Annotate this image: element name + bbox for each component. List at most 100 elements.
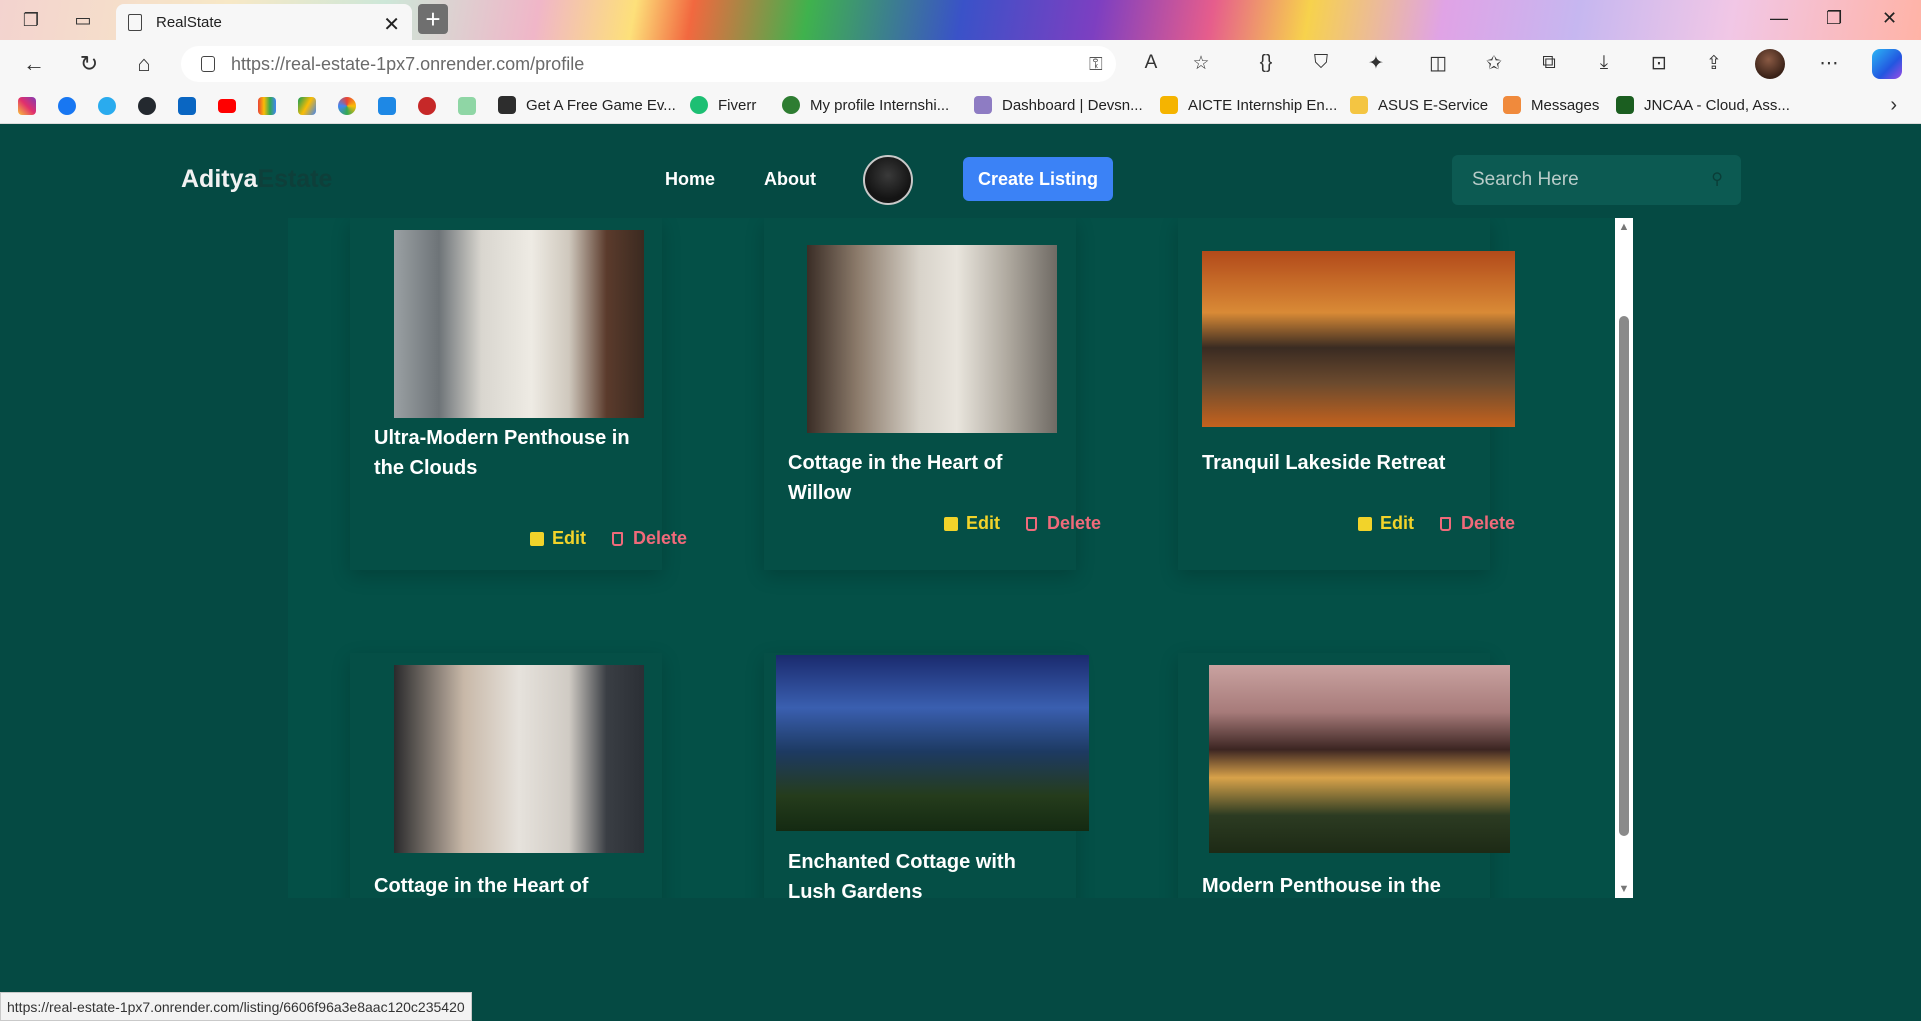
delete-button[interactable]: Delete <box>612 528 687 549</box>
edit-label: Edit <box>1380 513 1414 533</box>
telegram-icon[interactable] <box>98 97 116 115</box>
bookmark-fiverr[interactable]: Fiverr <box>690 96 756 114</box>
favorites-icon[interactable]: ✩ <box>1481 52 1507 75</box>
listing-photo[interactable] <box>394 230 644 418</box>
listing-photo[interactable] <box>776 655 1089 831</box>
bookmark-messages[interactable]: Messages <box>1503 96 1599 114</box>
nav-about-link[interactable]: About <box>764 169 816 190</box>
new-tab-button[interactable]: + <box>418 4 448 34</box>
user-avatar[interactable] <box>863 155 913 205</box>
edit-button[interactable]: Edit <box>944 513 1000 534</box>
listings-panel: Ultra-Modern Penthouse in the Clouds Edi… <box>288 218 1633 898</box>
page-content: AdityaEstate Home About Create Listing ⚲… <box>0 125 1921 1021</box>
listing-card[interactable]: Cottage in the Heart of Willow Edit Dele… <box>764 218 1101 570</box>
tab-actions-icon[interactable]: ▭ <box>70 8 96 32</box>
delete-label: Delete <box>1461 513 1516 533</box>
listing-card[interactable]: Ultra-Modern Penthouse in the Clouds Edi… <box>350 218 687 570</box>
listing-card[interactable]: Modern Penthouse in the Clouds <box>1178 653 1510 898</box>
tab-realstate[interactable]: RealState ✕ <box>116 4 412 40</box>
browser-profile-avatar[interactable] <box>1755 49 1785 79</box>
delete-button[interactable]: Delete <box>1440 513 1515 534</box>
address-bar[interactable]: https://real-estate-1px7.onrender.com/pr… <box>181 46 1116 82</box>
listing-title[interactable]: Cottage in the Heart of Willow <box>788 448 1056 508</box>
gmail-icon[interactable] <box>258 97 276 115</box>
bookmark-label: ASUS E-Service <box>1378 96 1489 114</box>
delete-label: Delete <box>1047 513 1102 533</box>
listing-title[interactable]: Tranquil Lakeside Retreat <box>1202 448 1470 478</box>
google-photos-icon[interactable] <box>338 97 356 115</box>
listing-title[interactable]: Cottage in the Heart of Willow <box>374 871 642 898</box>
chevron-right-icon[interactable]: › <box>1890 94 1897 117</box>
shield-icon[interactable]: ⛉ <box>1308 52 1334 74</box>
tab-title: RealState <box>156 13 222 31</box>
create-listing-button[interactable]: Create Listing <box>963 157 1113 201</box>
google-drive-icon[interactable] <box>298 97 316 115</box>
bookmark-asus-folder[interactable]: ASUS E-Service <box>1350 96 1488 114</box>
trash-icon <box>1026 516 1037 531</box>
key-icon[interactable]: ⚿ <box>1089 54 1103 75</box>
bookmark-label: Dashboard | Devsn... <box>1002 96 1143 114</box>
bookmark-devsnest[interactable]: Dashboard | Devsn... <box>974 96 1143 114</box>
extensions-icon[interactable]: ✦ <box>1363 52 1389 75</box>
back-icon[interactable]: ← <box>20 50 48 78</box>
scrollbar-thumb[interactable] <box>1619 316 1629 836</box>
close-window-icon[interactable]: ✕ <box>1882 8 1897 29</box>
bookmark-filter-icon[interactable] <box>378 97 396 115</box>
edit-button[interactable]: Edit <box>1358 513 1414 534</box>
delete-label: Delete <box>633 528 688 548</box>
listing-card[interactable]: Enchanted Cottage with Lush Gardens <box>764 653 1089 898</box>
bookmark-label: AICTE Internship En... <box>1188 96 1338 114</box>
listing-photo[interactable] <box>394 665 644 853</box>
bookmark-label: Messages <box>1531 96 1600 114</box>
bookmark-aicte[interactable]: AICTE Internship En... <box>1160 96 1337 114</box>
linkedin-icon[interactable] <box>178 97 196 115</box>
bookmark-jncaa[interactable]: JNCAA - Cloud, Ass... <box>1616 96 1790 114</box>
restore-icon[interactable]: ❐ <box>1826 8 1842 29</box>
bookmark-live-icon[interactable] <box>418 97 436 115</box>
edit-icon <box>944 516 958 531</box>
listings-scrollbar[interactable]: ▲ ▼ <box>1615 218 1633 898</box>
split-screen-icon[interactable]: ◫ <box>1425 52 1451 75</box>
youtube-icon[interactable] <box>218 99 236 113</box>
copilot-icon[interactable] <box>1872 49 1902 79</box>
workspaces-icon[interactable]: ❐ <box>18 8 44 32</box>
browser-toolbar: ← ↻ ⌂ https://real-estate-1px7.onrender.… <box>0 40 1921 88</box>
scroll-down-icon[interactable]: ▼ <box>1618 883 1630 895</box>
bookmark-grid-icon[interactable] <box>458 97 476 115</box>
listing-photo[interactable] <box>807 245 1057 433</box>
close-tab-icon[interactable]: ✕ <box>383 12 400 37</box>
brand-logo[interactable]: AdityaEstate <box>181 165 332 194</box>
read-aloud-icon[interactable]: A <box>1138 52 1164 74</box>
screenshot-icon[interactable]: ⊡ <box>1646 52 1672 75</box>
listing-photo[interactable] <box>1209 665 1510 853</box>
more-menu-icon[interactable]: ⋯ <box>1816 52 1842 75</box>
bookmark-epic-games[interactable]: Get A Free Game Ev... <box>498 96 676 114</box>
refresh-icon[interactable]: ↻ <box>75 50 103 78</box>
search-icon[interactable]: ⚲ <box>1711 169 1723 189</box>
collections-icon[interactable]: ⧉ <box>1536 52 1562 74</box>
lock-icon[interactable] <box>201 56 215 72</box>
listing-card[interactable]: Cottage in the Heart of Willow <box>350 653 662 898</box>
listing-title[interactable]: Modern Penthouse in the Clouds <box>1202 871 1470 898</box>
search-input[interactable] <box>1472 169 1692 191</box>
devtools-icon[interactable]: {} <box>1253 52 1279 74</box>
home-icon[interactable]: ⌂ <box>130 50 158 78</box>
bookmark-internshala[interactable]: My profile Internshi... <box>782 96 949 114</box>
instagram-icon[interactable] <box>18 97 36 115</box>
listing-photo[interactable] <box>1202 251 1515 427</box>
listing-title[interactable]: Enchanted Cottage with Lush Gardens <box>788 847 1056 898</box>
minimize-icon[interactable]: — <box>1770 8 1788 29</box>
favorite-star-icon[interactable]: ☆ <box>1188 52 1214 75</box>
edit-button[interactable]: Edit <box>530 528 586 549</box>
listing-card[interactable]: Tranquil Lakeside Retreat Edit Delete <box>1178 218 1515 570</box>
download-icon[interactable]: ⤓ <box>1591 52 1617 74</box>
url-path: /profile <box>530 53 585 74</box>
edit-label: Edit <box>966 513 1000 533</box>
facebook-icon[interactable] <box>58 97 76 115</box>
nav-home-link[interactable]: Home <box>665 169 715 190</box>
scroll-up-icon[interactable]: ▲ <box>1618 221 1630 233</box>
github-icon[interactable] <box>138 97 156 115</box>
delete-button[interactable]: Delete <box>1026 513 1101 534</box>
share-icon[interactable]: ⇪ <box>1701 52 1727 75</box>
listing-title[interactable]: Ultra-Modern Penthouse in the Clouds <box>374 423 642 483</box>
